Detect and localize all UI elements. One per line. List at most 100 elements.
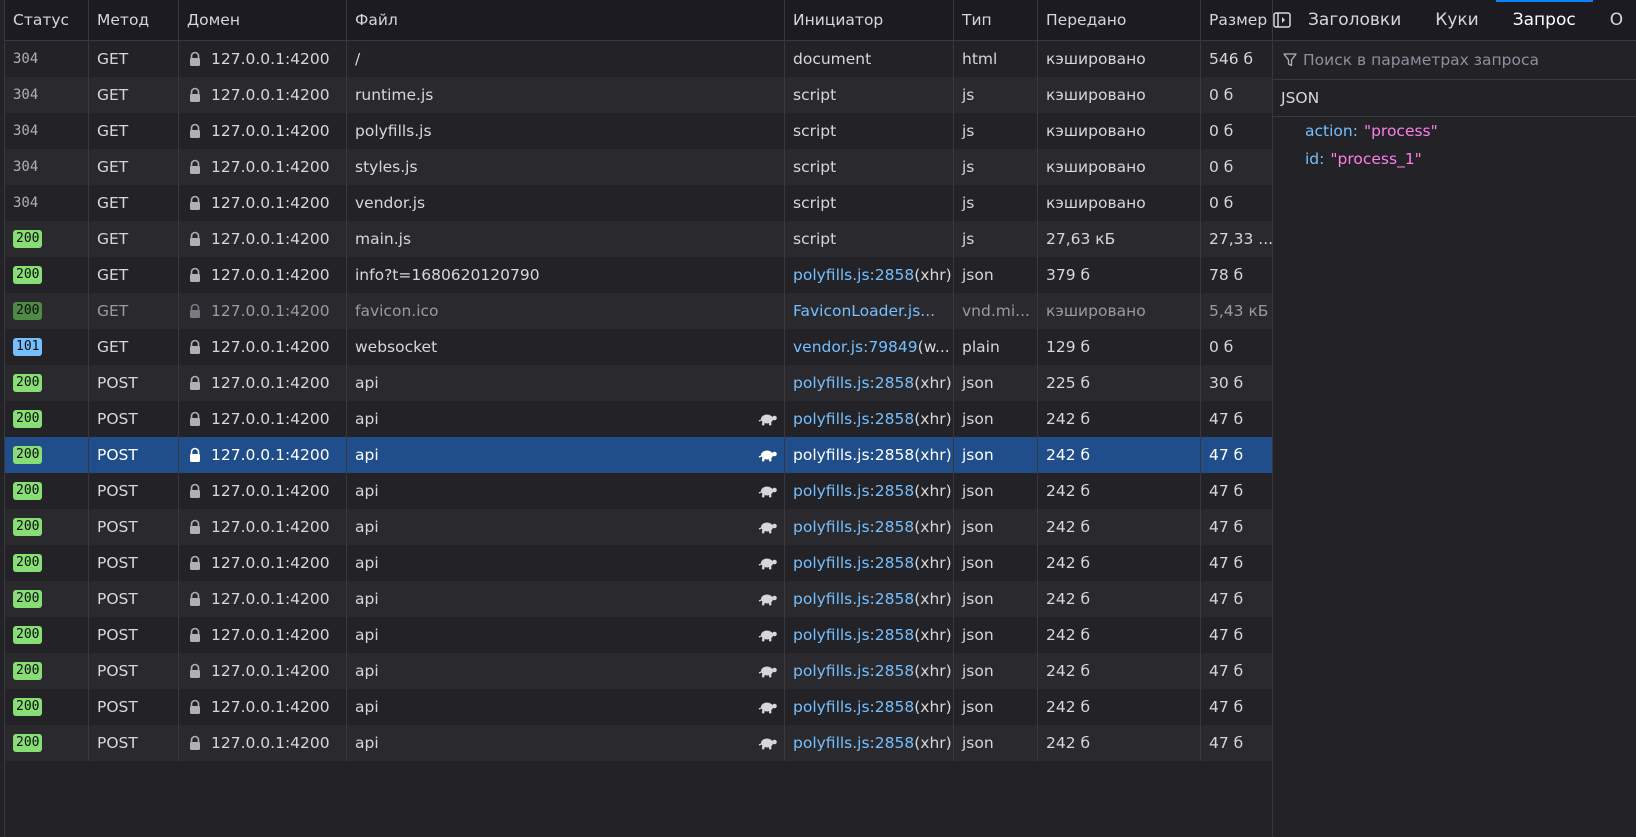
cell-initiator: polyfills.js:2858 (xhr) bbox=[785, 725, 954, 761]
cell-type: json bbox=[954, 725, 1038, 761]
request-row[interactable]: 200 GET 127.0.0.1:4200 main.js script js… bbox=[5, 221, 1273, 257]
request-row[interactable]: 200 POST 127.0.0.1:4200 api polyfills.js… bbox=[5, 401, 1273, 437]
request-row[interactable]: 304 GET 127.0.0.1:4200 / document html к… bbox=[5, 41, 1273, 77]
cell-domain: 127.0.0.1:4200 bbox=[179, 473, 347, 509]
initiator-cause: (xhr) bbox=[914, 698, 952, 716]
initiator-link[interactable]: polyfills.js:2858 bbox=[793, 374, 914, 392]
initiator-link[interactable]: polyfills.js:2858 bbox=[793, 518, 914, 536]
cell-transferred: кэшировано bbox=[1038, 185, 1201, 221]
initiator-link[interactable]: polyfills.js:2858 bbox=[793, 734, 914, 752]
json-value: "process" bbox=[1363, 122, 1438, 140]
cell-size: 47 б bbox=[1209, 554, 1244, 572]
cell-initiator: document bbox=[785, 41, 954, 77]
column-header-domain[interactable]: Домен bbox=[179, 0, 347, 40]
request-row[interactable]: 200 GET 127.0.0.1:4200 favicon.ico Favic… bbox=[5, 293, 1273, 329]
cell-domain: 127.0.0.1:4200 bbox=[179, 257, 347, 293]
cell-transferred: 379 б bbox=[1038, 257, 1201, 293]
request-row[interactable]: 200 POST 127.0.0.1:4200 api polyfills.js… bbox=[5, 545, 1273, 581]
initiator-link[interactable]: polyfills.js:2858 bbox=[793, 554, 914, 572]
slow-request-turtle-icon bbox=[758, 483, 778, 499]
request-row[interactable]: 101 GET 127.0.0.1:4200 websocket vendor.… bbox=[5, 329, 1273, 365]
request-row[interactable]: 200 GET 127.0.0.1:4200 info?t=1680620120… bbox=[5, 257, 1273, 293]
cell-type: json bbox=[954, 509, 1038, 545]
cell-size: 47 б bbox=[1209, 698, 1244, 716]
cell-domain: 127.0.0.1:4200 bbox=[179, 509, 347, 545]
cell-transferred: кэшировано bbox=[1038, 77, 1201, 113]
request-row[interactable]: 200 POST 127.0.0.1:4200 api polyfills.js… bbox=[5, 653, 1273, 689]
slow-request-turtle-icon bbox=[758, 447, 778, 463]
cell-size: 47 б bbox=[1209, 482, 1244, 500]
column-header-size[interactable]: Размер bbox=[1201, 0, 1273, 40]
request-row[interactable]: 304 GET 127.0.0.1:4200 vendor.js script … bbox=[5, 185, 1273, 221]
tab-request[interactable]: Запрос bbox=[1495, 0, 1593, 40]
tab-headers[interactable]: Заголовки bbox=[1291, 0, 1418, 40]
toggle-sidebar-button[interactable] bbox=[1273, 0, 1291, 40]
request-row[interactable]: 200 POST 127.0.0.1:4200 api polyfills.js… bbox=[5, 689, 1273, 725]
request-row[interactable]: 200 POST 127.0.0.1:4200 api polyfills.js… bbox=[5, 617, 1273, 653]
column-header-status[interactable]: Статус bbox=[5, 0, 89, 40]
initiator-cause: (xhr) bbox=[914, 662, 952, 680]
initiator-link[interactable]: polyfills.js:2858 bbox=[793, 626, 914, 644]
column-header-file[interactable]: Файл bbox=[347, 0, 785, 40]
initiator-link[interactable]: polyfills.js:2858 bbox=[793, 266, 914, 284]
cell-status: 200 bbox=[5, 509, 89, 545]
cell-file: websocket bbox=[347, 329, 785, 365]
column-header-method[interactable]: Метод bbox=[89, 0, 179, 40]
file-name: runtime.js bbox=[355, 86, 434, 104]
initiator-link[interactable]: polyfills.js:2858 bbox=[793, 590, 914, 608]
request-row[interactable]: 200 POST 127.0.0.1:4200 api polyfills.js… bbox=[5, 725, 1273, 761]
column-header-transferred[interactable]: Передано bbox=[1038, 0, 1201, 40]
filter-params-input[interactable] bbox=[1297, 50, 1605, 70]
cell-domain: 127.0.0.1:4200 bbox=[179, 149, 347, 185]
status-badge: 200 bbox=[13, 554, 43, 572]
cell-size: 47 б bbox=[1209, 734, 1244, 752]
tab-response[interactable]: О bbox=[1593, 0, 1636, 40]
cell-type: html bbox=[954, 41, 1038, 77]
slow-request-turtle-icon bbox=[758, 663, 778, 679]
cell-domain: 127.0.0.1:4200 bbox=[179, 185, 347, 221]
request-row[interactable]: 304 GET 127.0.0.1:4200 styles.js script … bbox=[5, 149, 1273, 185]
request-row[interactable]: 304 GET 127.0.0.1:4200 runtime.js script… bbox=[5, 77, 1273, 113]
cell-status: 200 bbox=[5, 365, 89, 401]
domain-text: 127.0.0.1:4200 bbox=[211, 518, 330, 536]
cell-type: js bbox=[954, 185, 1038, 221]
cell-transferred: кэшировано bbox=[1038, 41, 1201, 77]
json-section-header[interactable]: JSON bbox=[1273, 80, 1636, 117]
column-header-initiator[interactable]: Инициатор bbox=[785, 0, 954, 40]
request-row[interactable]: 200 POST 127.0.0.1:4200 api polyfills.js… bbox=[5, 437, 1273, 473]
initiator-link[interactable]: polyfills.js:2858 bbox=[793, 482, 914, 500]
json-field-id[interactable]: id: "process_1" bbox=[1273, 145, 1636, 173]
lock-icon bbox=[187, 627, 203, 643]
domain-text: 127.0.0.1:4200 bbox=[211, 374, 330, 392]
tab-cookies[interactable]: Куки bbox=[1418, 0, 1495, 40]
lock-icon bbox=[187, 447, 203, 463]
cell-file: api bbox=[347, 437, 785, 473]
initiator-link[interactable]: polyfills.js:2858 bbox=[793, 662, 914, 680]
cell-type: js bbox=[954, 221, 1038, 257]
request-row[interactable]: 304 GET 127.0.0.1:4200 polyfills.js scri… bbox=[5, 113, 1273, 149]
status-badge: 200 bbox=[13, 590, 43, 608]
cell-file: api bbox=[347, 725, 785, 761]
initiator-link[interactable]: FaviconLoader.js... bbox=[793, 302, 935, 320]
cell-transferred: 242 б bbox=[1038, 653, 1201, 689]
cell-size: 546 б bbox=[1209, 50, 1254, 68]
cell-file: api bbox=[347, 509, 785, 545]
domain-text: 127.0.0.1:4200 bbox=[211, 482, 330, 500]
json-field-action[interactable]: action: "process" bbox=[1273, 117, 1636, 145]
initiator-link[interactable]: polyfills.js:2858 bbox=[793, 410, 914, 428]
initiator-cause: (xhr) bbox=[914, 374, 952, 392]
initiator-link[interactable]: vendor.js:79849 bbox=[793, 338, 918, 356]
request-row[interactable]: 200 POST 127.0.0.1:4200 api polyfills.js… bbox=[5, 509, 1273, 545]
status-badge: 200 bbox=[13, 626, 43, 644]
column-header-type[interactable]: Тип bbox=[954, 0, 1038, 40]
request-row[interactable]: 200 POST 127.0.0.1:4200 api polyfills.js… bbox=[5, 365, 1273, 401]
initiator-cause: (xhr) bbox=[914, 590, 952, 608]
request-row[interactable]: 200 POST 127.0.0.1:4200 api polyfills.js… bbox=[5, 581, 1273, 617]
initiator-link[interactable]: polyfills.js:2858 bbox=[793, 698, 914, 716]
cell-size: 47 б bbox=[1209, 518, 1244, 536]
initiator-link[interactable]: polyfills.js:2858 bbox=[793, 446, 914, 464]
request-row[interactable]: 200 POST 127.0.0.1:4200 api polyfills.js… bbox=[5, 473, 1273, 509]
cell-file: / bbox=[347, 41, 785, 77]
lock-icon bbox=[187, 663, 203, 679]
cell-method: GET bbox=[89, 41, 179, 77]
